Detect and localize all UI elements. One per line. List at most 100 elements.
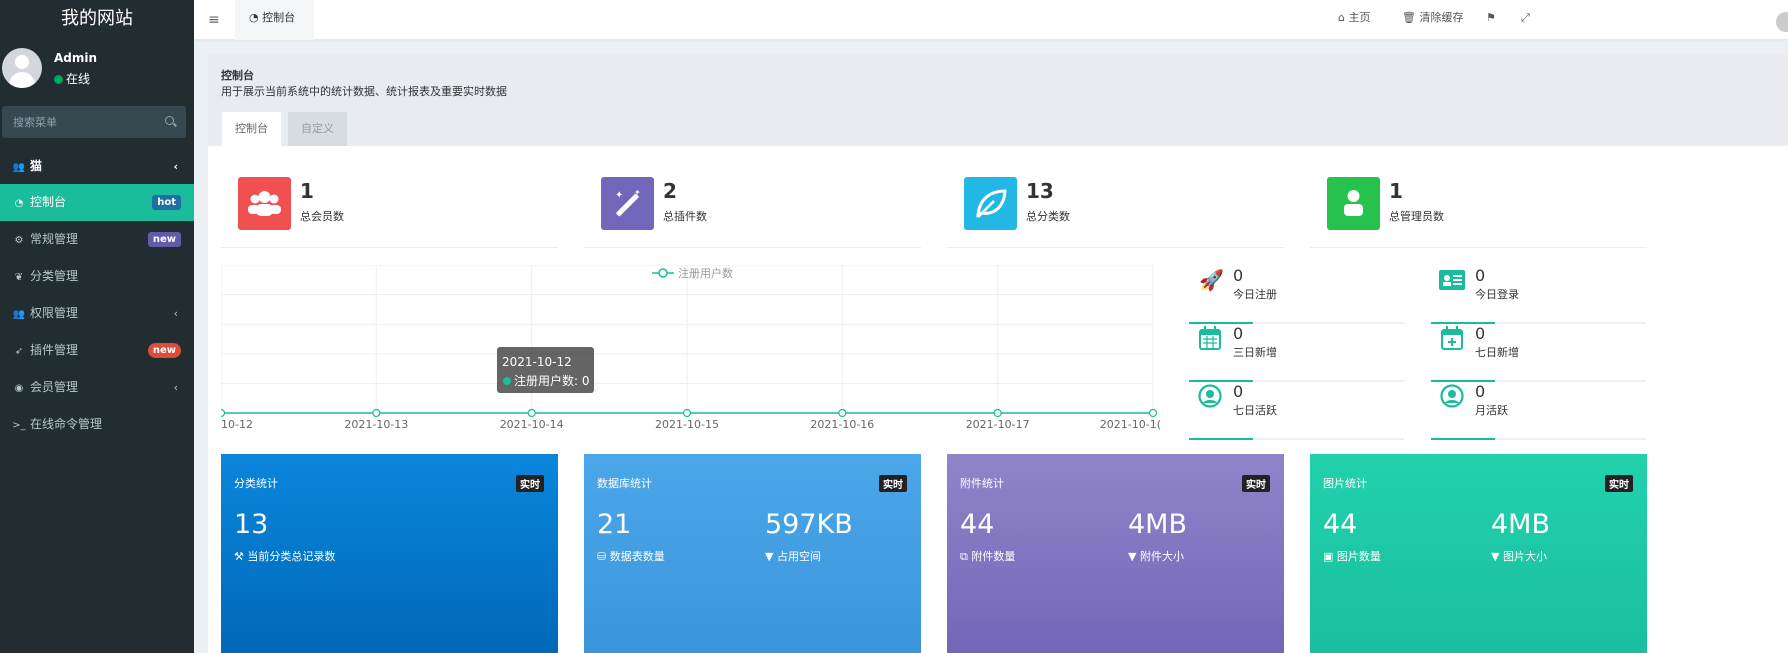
card-attachment-stats: 附件统计 实时 44 ⧉ 附件数量 4MB ▼ 附件大小 — [947, 454, 1284, 653]
card-label: ▼ 附件大小 — [1128, 548, 1184, 564]
clear-cache-label: 清除缓存 — [1419, 11, 1464, 24]
mini-stat-seven-day-new: 0 七日新增 — [1431, 324, 1646, 382]
tab-dashboard-content[interactable]: 控制台 — [222, 112, 281, 146]
database-icon: ⛁ — [597, 550, 610, 563]
home-link[interactable]: ⌂ 主页 — [1338, 0, 1370, 36]
dashboard-icon: ◔ — [14, 198, 24, 209]
site-title[interactable]: 我的网站 — [0, 0, 194, 40]
sidebar-item-dashboard[interactable]: ◔ 控制台 hot — [0, 184, 194, 221]
sidebar-item-plugins[interactable]: ➶ 插件管理 new — [0, 332, 194, 369]
x-tick-label: 2021-10-13 — [344, 418, 408, 431]
content: 控制台 用于展示当前系统中的统计数据、统计报表及重要实时数据 控制台 自定义 1… — [208, 54, 1788, 653]
card-label-text: 附件大小 — [1139, 550, 1184, 563]
leaf-icon — [964, 177, 1017, 230]
language-icon[interactable]: ⚑ — [1486, 0, 1496, 36]
users-icon: 👥 — [12, 162, 26, 173]
card-label-text: 数据表数量 — [609, 550, 665, 563]
magic-icon: ⚒ — [234, 550, 248, 563]
sidebar-item-label: 在线命令管理 — [30, 417, 103, 431]
top-avatar[interactable] — [1776, 12, 1788, 32]
menu-toggle-icon[interactable]: ≡ — [208, 12, 220, 28]
sidebar-item-command[interactable]: >_ 在线命令管理 — [0, 406, 194, 443]
x-tick-label: 2021-10-15 — [655, 418, 719, 431]
fullscreen-icon[interactable]: ⤢ — [1521, 0, 1530, 36]
page-header: 控制台 用于展示当前系统中的统计数据、统计报表及重要实时数据 控制台 自定义 — [208, 54, 1788, 146]
search-icon[interactable] — [165, 116, 174, 125]
user-icon — [1327, 177, 1380, 230]
sidebar-item-category[interactable]: ❦ 分类管理 — [0, 258, 194, 295]
new-badge: new — [147, 232, 181, 247]
clear-cache-button[interactable]: 🗑 清除缓存 — [1402, 0, 1463, 36]
mini-stat-label: 月活跃 — [1475, 404, 1508, 417]
topbar: ≡ ◔ 控制台 ⌂ 主页 🗑 清除缓存 ⚑ ⤢ — [194, 0, 1788, 40]
mini-stat-label: 今日登录 — [1475, 288, 1519, 301]
card-title: 数据库统计 — [597, 477, 652, 490]
x-tick-label: 2021-10-16 — [810, 418, 874, 431]
dashboard-panel: 1 总会员数 ✦ ✦ 2 总插件数 13 总分类数 1 总管理员数 注册用户数 10… — [208, 146, 1788, 653]
mini-stat-label: 今日注册 — [1233, 288, 1277, 301]
sidebar-item-members[interactable]: ◉ 会员管理 ‹ — [0, 369, 194, 406]
user-panel: Admin 在线 — [0, 48, 194, 106]
data-point — [838, 408, 847, 418]
tab-label: 控制台 — [262, 11, 296, 24]
card-label: ▼ 占用空间 — [765, 548, 821, 564]
sidebar-item-general[interactable]: ⚙ 常规管理 new — [0, 221, 194, 258]
filter-icon: ▼ — [765, 550, 777, 563]
mini-stat-today-login: 0 今日登录 — [1431, 266, 1646, 324]
mini-stat-label: 七日新增 — [1475, 346, 1519, 359]
user-status: 在线 — [54, 70, 90, 87]
card-database-stats: 数据库统计 实时 21 ⛁ 数据表数量 597KB ▼ 占用空间 — [584, 454, 921, 653]
stat-value: 1 — [1389, 179, 1403, 203]
menu-search — [2, 106, 186, 138]
data-point — [527, 408, 536, 418]
card-label: ⚒ 当前分类总记录数 — [234, 548, 335, 564]
tab-custom[interactable]: 自定义 — [288, 112, 347, 146]
stat-label: 总插件数 — [663, 210, 707, 223]
svg-text:✦: ✦ — [615, 190, 623, 201]
card-label-text: 图片大小 — [1502, 550, 1547, 563]
stat-value: 2 — [663, 179, 677, 203]
terminal-icon: >_ — [12, 420, 26, 431]
sidebar-item-label: 分类管理 — [30, 269, 79, 283]
online-dot-icon — [54, 75, 63, 84]
stat-admins: 1 总管理员数 — [1310, 176, 1647, 248]
card-value: 44 — [960, 509, 995, 540]
sidebar-item-label: 常规管理 — [30, 232, 79, 246]
progress-bar — [1189, 438, 1404, 440]
magic-icon: ✦ ✦ — [601, 177, 654, 230]
sidebar-item-label: 会员管理 — [30, 380, 79, 394]
user-circle-icon — [1198, 384, 1222, 408]
mini-stat-value: 0 — [1475, 382, 1486, 401]
mini-stat-value: 0 — [1233, 324, 1244, 343]
tooltip-value: 注册用户数: 0 — [514, 373, 590, 388]
cogs-icon: ⚙ — [14, 235, 24, 246]
sidebar-item-cat[interactable]: 👥 猫 ‹ — [0, 148, 194, 184]
mini-stat-seven-day-active: 0 七日活跃 — [1189, 382, 1404, 440]
sidebar-item-label: 权限管理 — [30, 306, 79, 320]
registration-line-chart[interactable]: 注册用户数 10-12 2021-10-13 2021-10-14 2021-10-15… — [221, 265, 1162, 435]
card-label: ⛁ 数据表数量 — [597, 548, 665, 564]
tab-dashboard[interactable]: ◔ 控制台 — [235, 0, 314, 40]
realtime-badge: 实时 — [516, 475, 544, 492]
id-card-icon — [1439, 270, 1465, 290]
stat-plugins: ✦ ✦ 2 总插件数 — [584, 176, 921, 248]
x-tick-label: 10-12 — [221, 418, 253, 431]
sidebar-item-label: 插件管理 — [30, 343, 79, 357]
mini-stat-today-register: 🚀 0 今日注册 — [1189, 266, 1404, 324]
calendar-icon — [1199, 326, 1221, 350]
chevron-left-icon: ‹ — [173, 307, 178, 320]
chevron-left-icon: ‹ — [173, 160, 178, 173]
hot-badge: hot — [152, 195, 181, 210]
mini-stat-value: 0 — [1233, 382, 1244, 401]
sidebar-item-auth[interactable]: 👥 权限管理 ‹ — [0, 295, 194, 332]
sidebar-item-label: 控制台 — [30, 195, 67, 209]
card-value: 4MB — [1491, 509, 1550, 540]
tooltip-date: 2021-10-12 — [502, 355, 572, 369]
menu-search-input[interactable] — [2, 106, 152, 138]
x-tick-label: 2021-10-14 — [500, 418, 564, 431]
card-label-text: 占用空间 — [776, 550, 821, 563]
svg-text:✦: ✦ — [634, 188, 641, 197]
card-value: 13 — [234, 509, 269, 540]
stat-value: 1 — [300, 179, 314, 203]
sidebar: 我的网站 Admin 在线 👥 猫 ‹ ◔ 控制台 hot ⚙ 常规管理 new ❦ 分… — [0, 0, 194, 653]
